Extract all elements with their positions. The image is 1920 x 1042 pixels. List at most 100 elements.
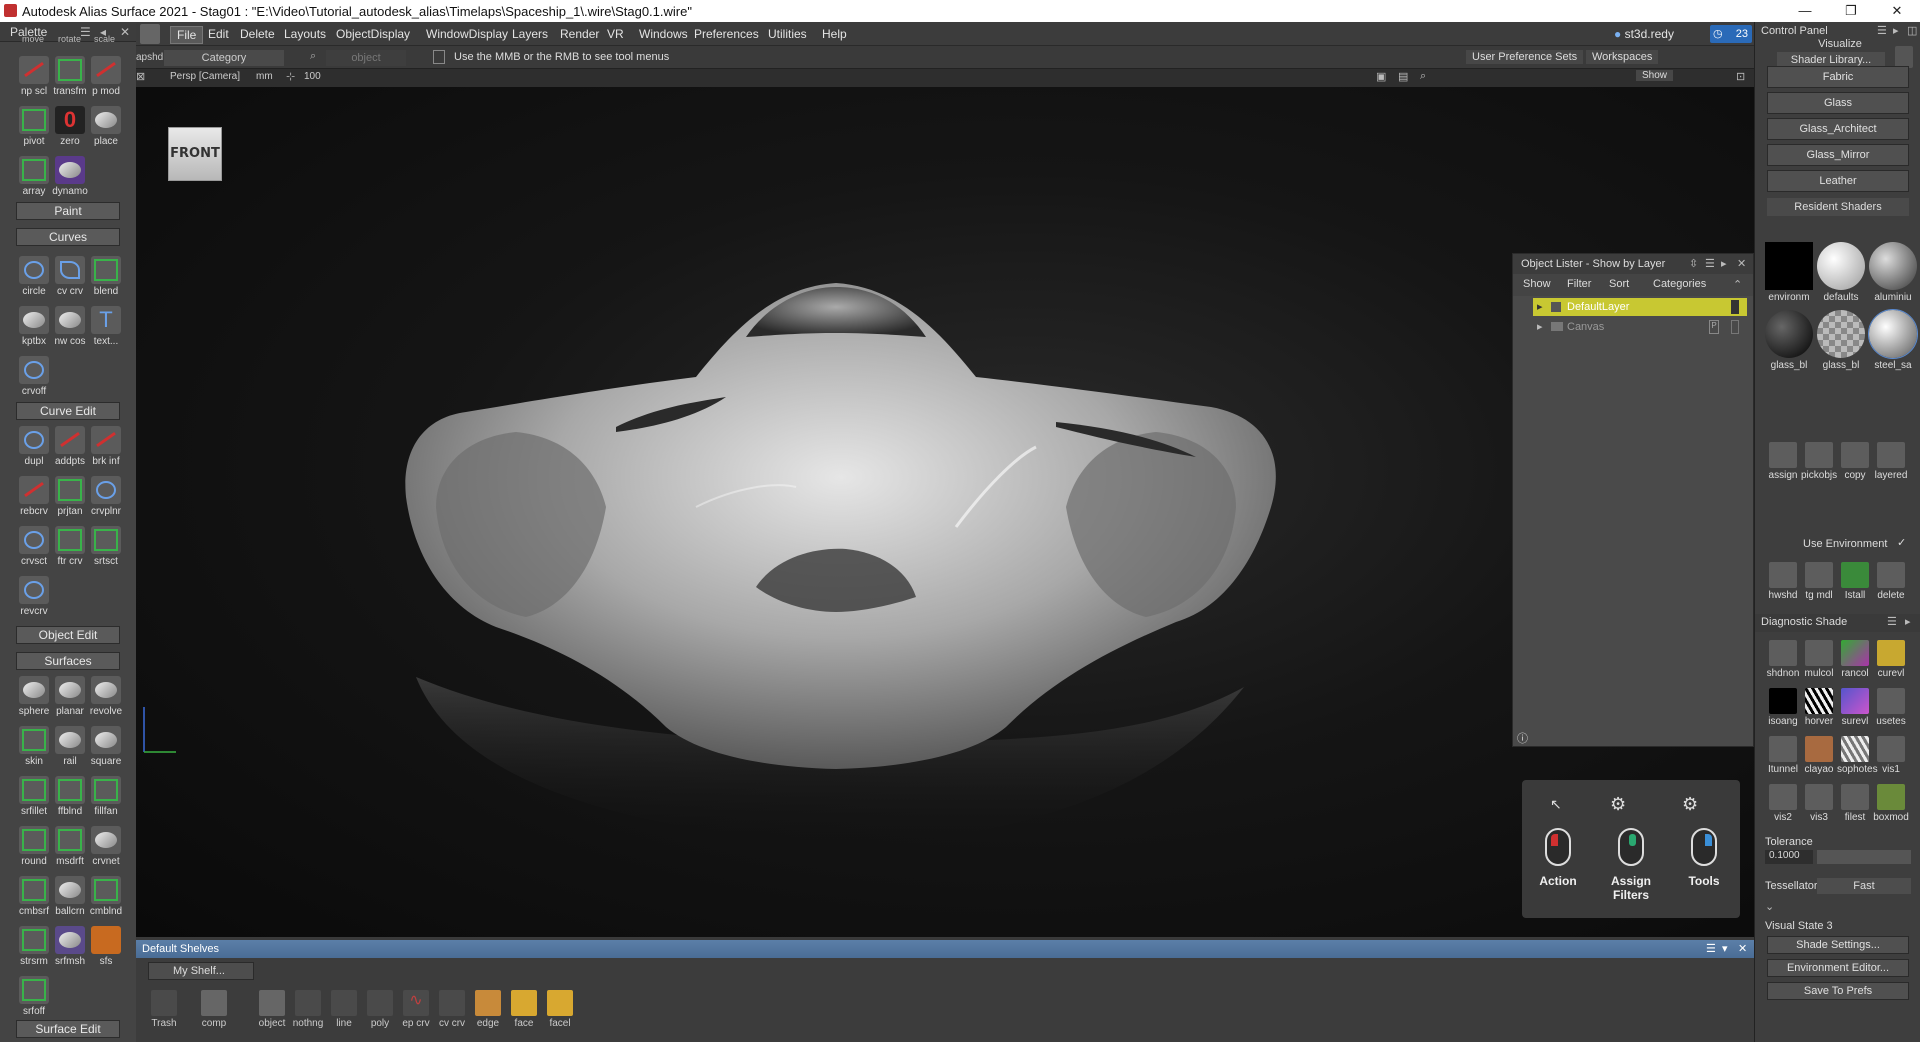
shelf-edge[interactable]: edge (470, 990, 506, 1029)
tessellator-dropdown[interactable]: Fast (1817, 878, 1911, 894)
expand-arrow-icon[interactable]: ▸ (1537, 300, 1543, 313)
close-button[interactable]: ✕ (1874, 0, 1920, 22)
keypoint-tool[interactable]: kptbx (16, 306, 52, 347)
diag-isoang[interactable]: isoang (1765, 688, 1801, 727)
shelf-cv-curve[interactable]: cv crv (434, 990, 470, 1029)
diag-sophotes[interactable]: sophotes (1837, 736, 1878, 775)
shader-aluminium[interactable] (1869, 242, 1917, 290)
workspaces-button[interactable]: Workspaces (1586, 50, 1659, 64)
cp-menu-icon[interactable]: ☰ (1877, 24, 1887, 37)
lister-filter-menu[interactable]: Filter (1567, 278, 1591, 290)
menu-delete[interactable]: Delete (234, 26, 281, 42)
user-preference-sets-button[interactable]: User Preference Sets (1466, 50, 1584, 64)
shader-steel[interactable] (1868, 309, 1918, 359)
pmod-tool[interactable]: p mod (88, 56, 124, 97)
pick-objects-tool[interactable]: pickobjs (1801, 442, 1837, 481)
lister-collapse-icon[interactable]: ⌃ (1733, 278, 1742, 291)
palette-menu-icon[interactable]: ☰ (80, 25, 91, 39)
cv-curve-tool[interactable]: cv crv (52, 256, 88, 297)
expand-chevron-icon[interactable]: ⌄ (1765, 900, 1774, 913)
shade-settings-button[interactable]: Shade Settings... (1767, 936, 1909, 954)
diag-shdnon[interactable]: shdnon (1765, 640, 1801, 679)
curves-section[interactable]: Curves (16, 228, 120, 246)
object-edit-section[interactable]: Object Edit (16, 626, 120, 644)
menu-file[interactable]: File (170, 26, 204, 44)
shelves-close-icon[interactable]: ✕ (1738, 942, 1747, 955)
istall-tool[interactable]: Istall (1837, 562, 1873, 601)
shader-defaults[interactable] (1817, 242, 1865, 290)
ballcorner-tool[interactable]: ballcrn (52, 876, 88, 917)
diag-curevl[interactable]: curevl (1873, 640, 1909, 679)
shelves-menu-icon[interactable]: ☰ (1706, 942, 1716, 955)
diag-menu-icon[interactable]: ☰ (1887, 615, 1897, 628)
curve-offset-tool[interactable]: crvoff (16, 356, 52, 397)
layered-shader-tool[interactable]: layered (1873, 442, 1909, 481)
shelf-object[interactable]: object (254, 990, 290, 1029)
shelves-collapse-icon[interactable]: ▾ (1722, 942, 1728, 955)
menu-windowdisplay[interactable]: WindowDisplay (420, 26, 514, 42)
shader-glass-bl-2[interactable] (1817, 310, 1865, 358)
zoom-icon[interactable]: ⌕ (1420, 70, 1426, 83)
palette-close-icon[interactable]: ✕ (120, 25, 130, 39)
shelf-face[interactable]: face (506, 990, 542, 1029)
maximize-button[interactable]: ❐ (1828, 0, 1874, 22)
array-tool[interactable]: array (16, 156, 52, 197)
srfillet-tool[interactable]: srfillet (16, 776, 52, 817)
planar-tool[interactable]: planar (52, 676, 88, 717)
shader-glass-architect[interactable]: Glass_Architect (1767, 118, 1909, 140)
ffblend-tool[interactable]: ffblnd (52, 776, 88, 817)
revolve-tool[interactable]: revolve (88, 676, 124, 717)
place-tool[interactable]: place (88, 106, 124, 147)
use-environment-checkbox[interactable]: ✓ (1897, 536, 1906, 549)
sphere-tool[interactable]: sphere (16, 676, 52, 717)
menu-layouts[interactable]: Layouts (278, 26, 332, 42)
lister-close-icon[interactable]: ✕ (1737, 257, 1746, 270)
shelf-trash[interactable]: Trash (146, 990, 182, 1029)
lister-show-menu[interactable]: Show (1523, 278, 1551, 290)
fit-curve-tool[interactable]: ftr crv (52, 526, 88, 567)
lister-menu-icon[interactable]: ☰ (1705, 257, 1715, 270)
np-scale-tool[interactable]: np scl (16, 56, 52, 97)
menu-layers[interactable]: Layers (506, 26, 554, 42)
menu-preferences[interactable]: Preferences (688, 26, 765, 42)
project-tangent-tool[interactable]: prjtan (52, 476, 88, 517)
delete-shader-tool[interactable]: delete (1873, 562, 1909, 601)
tolerance-input[interactable]: 0.1000 (1765, 850, 1813, 864)
curve-planar-tool[interactable]: crvplnr (88, 476, 124, 517)
menu-render[interactable]: Render (554, 26, 605, 42)
user-account[interactable]: ● st3d.redy (1614, 27, 1674, 41)
info-icon[interactable]: ⓘ (1517, 730, 1528, 746)
diag-mulcol[interactable]: mulcol (1801, 640, 1837, 679)
diag-filest[interactable]: filest (1837, 784, 1873, 823)
layer-row-canvas[interactable]: ▸ Canvas P (1533, 318, 1747, 336)
cmblend-tool[interactable]: cmblnd (88, 876, 124, 917)
shelf-comp[interactable]: comp (196, 990, 232, 1029)
transform-tool[interactable]: transfm (52, 56, 88, 97)
msdraft-tool[interactable]: msdrft (52, 826, 88, 867)
diag-arrow-icon[interactable]: ▸ (1905, 615, 1911, 628)
reverse-curve-tool[interactable]: revcrv (16, 576, 52, 617)
addpts-tool[interactable]: addpts (52, 426, 88, 467)
new-cos-tool[interactable]: nw cos (52, 306, 88, 347)
cp-arrow-icon[interactable]: ▸ (1893, 24, 1899, 37)
rail-tool[interactable]: rail (52, 726, 88, 767)
diag-clayao[interactable]: clayao (1801, 736, 1837, 775)
category-field[interactable]: Category (164, 50, 284, 66)
maximize-viewport-icon[interactable]: ⊡ (1736, 70, 1745, 83)
paint-section[interactable]: Paint (16, 202, 120, 220)
skin-tool[interactable]: skin (16, 726, 52, 767)
zero-tool[interactable]: 0 zero (52, 106, 88, 147)
tg-mdl-tool[interactable]: tg mdl (1801, 562, 1837, 601)
curve-network-tool[interactable]: crvnet (88, 826, 124, 867)
diag-vis1[interactable]: vis1 (1873, 736, 1909, 775)
menu-edit[interactable]: Edit (202, 26, 235, 42)
dynamo-tool[interactable]: dynamo (52, 156, 88, 197)
shader-glass-bl-1[interactable] (1765, 310, 1813, 358)
visualize-dropdown[interactable]: Visualize (1795, 38, 1885, 50)
shader-leather[interactable]: Leather (1767, 170, 1909, 192)
camera-icon[interactable]: ▣ (1376, 70, 1386, 83)
surface-edit-section[interactable]: Surface Edit (16, 1020, 120, 1038)
layer-p-icon[interactable]: P (1709, 320, 1719, 334)
environment-editor-button[interactable]: Environment Editor... (1767, 959, 1909, 977)
shader-fabric[interactable]: Fabric (1767, 66, 1909, 88)
